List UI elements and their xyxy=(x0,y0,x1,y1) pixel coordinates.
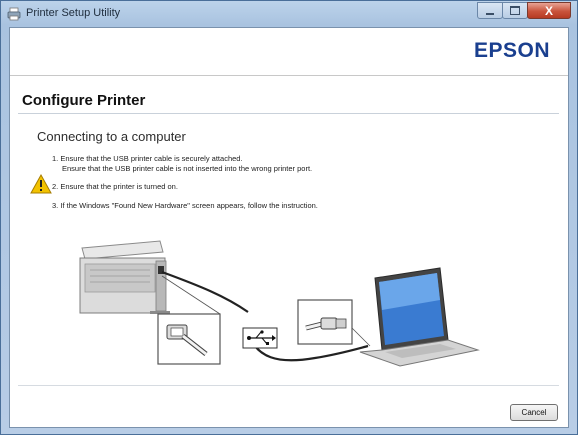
close-button[interactable]: X xyxy=(527,2,571,19)
window-controls: X xyxy=(477,2,571,20)
maximize-icon xyxy=(510,6,520,15)
usb-symbol-icon xyxy=(242,327,278,349)
dialog-content: EPSON Configure Printer Connecting to a … xyxy=(9,27,569,428)
close-icon: X xyxy=(544,3,553,18)
footer-divider xyxy=(18,385,559,386)
minimize-button[interactable] xyxy=(477,2,503,19)
usb-a-plug-callout xyxy=(297,299,371,347)
printer-image xyxy=(79,240,170,314)
maximize-button[interactable] xyxy=(502,2,528,19)
title-bar[interactable]: Printer Setup Utility X xyxy=(1,1,577,27)
laptop-image xyxy=(359,267,480,367)
printer-setup-window: Printer Setup Utility X EPSON Configure … xyxy=(0,0,578,435)
minimize-icon xyxy=(486,12,494,15)
printer-app-icon xyxy=(7,7,21,21)
usb-b-plug-callout xyxy=(157,275,221,365)
cancel-button[interactable]: Cancel xyxy=(510,404,558,421)
usb-connection-illustration xyxy=(79,240,480,367)
window-title: Printer Setup Utility xyxy=(26,7,121,19)
